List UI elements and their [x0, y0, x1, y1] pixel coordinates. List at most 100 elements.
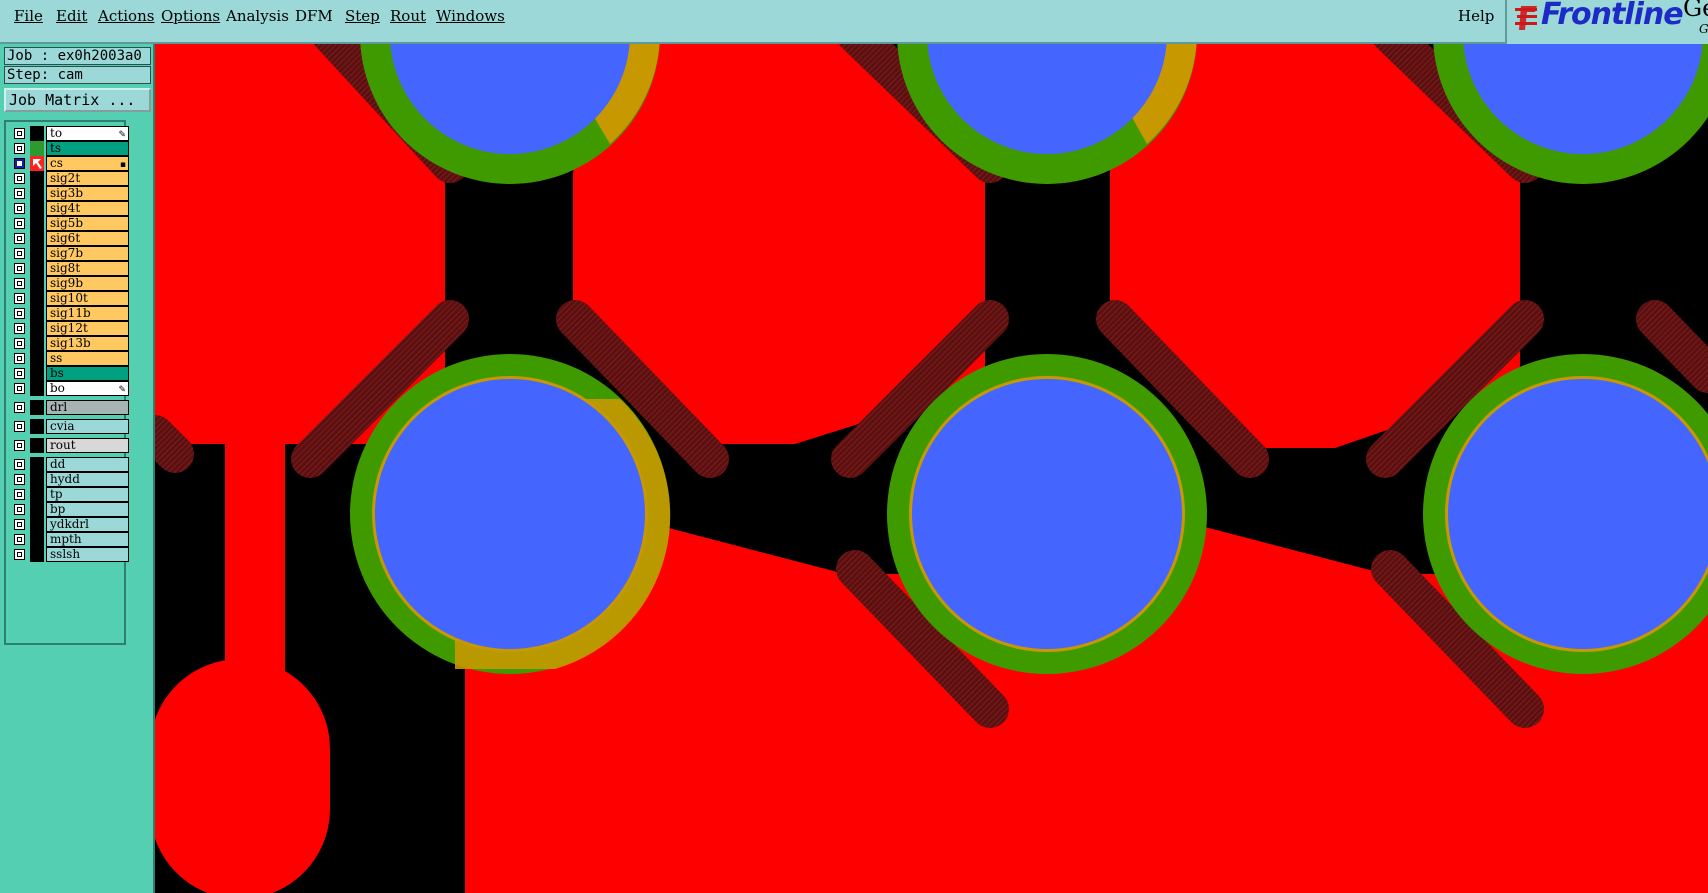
layer-name[interactable]: ss [46, 351, 129, 366]
layer-checkbox[interactable] [14, 368, 25, 379]
layer-row-sig2t[interactable]: sig2t [10, 171, 129, 186]
layer-row-mpth[interactable]: mpth [10, 532, 129, 547]
layer-row-sig8t[interactable]: sig8t [10, 261, 129, 276]
layer-row-bo[interactable]: bo ✎ [10, 381, 129, 396]
layer-row-cvia[interactable]: cvia [10, 419, 129, 434]
layer-name[interactable]: sig12t [46, 321, 129, 336]
layer-checkbox[interactable] [14, 248, 25, 259]
layer-checkbox[interactable] [14, 263, 25, 274]
layer-name[interactable]: sig8t [46, 261, 129, 276]
menu-edit[interactable]: Edit [56, 7, 87, 25]
pcb-view[interactable] [155, 44, 1708, 893]
layer-row-sig12t[interactable]: sig12t [10, 321, 129, 336]
menu-dfm[interactable]: DFM [295, 7, 333, 25]
layer-checkbox[interactable] [14, 440, 25, 451]
layer-row-rout[interactable]: rout [10, 438, 129, 453]
layer-checkbox[interactable] [14, 278, 25, 289]
layer-row-sig6t[interactable]: sig6t [10, 231, 129, 246]
layer-checkbox[interactable] [14, 383, 25, 394]
layer-name[interactable]: sslsh [46, 547, 129, 562]
layer-row-bp[interactable]: bp [10, 502, 129, 517]
layer-row-sig3b[interactable]: sig3b [10, 186, 129, 201]
layer-name[interactable]: sig13b [46, 336, 129, 351]
layer-row-sig11b[interactable]: sig11b [10, 306, 129, 321]
layer-checkbox[interactable] [14, 173, 25, 184]
layer-row-sig5b[interactable]: sig5b [10, 216, 129, 231]
layer-row-sig7b[interactable]: sig7b [10, 246, 129, 261]
layer-checkbox[interactable] [14, 203, 25, 214]
layer-checkbox[interactable] [14, 338, 25, 349]
layer-name[interactable]: cvia [46, 419, 129, 434]
layer-name[interactable]: drl [46, 400, 129, 415]
layer-name[interactable]: tp [46, 487, 129, 502]
layer-name[interactable]: bo ✎ [46, 381, 129, 396]
layer-name[interactable]: bs [46, 366, 129, 381]
layer-checkbox[interactable] [14, 143, 25, 154]
layer-name[interactable]: bp [46, 502, 129, 517]
menu-rout[interactable]: Rout [390, 7, 426, 25]
layer-name[interactable]: sig3b [46, 186, 129, 201]
layer-checkbox[interactable] [14, 308, 25, 319]
layer-name[interactable]: mpth [46, 532, 129, 547]
layer-row-to[interactable]: to ✎ [10, 126, 129, 141]
layer-row-hydd[interactable]: hydd [10, 472, 129, 487]
layer-name[interactable]: ts [46, 141, 129, 156]
layer-color-swatch [30, 381, 44, 396]
menu-step[interactable]: Step [345, 7, 380, 25]
layer-checkbox[interactable] [14, 474, 25, 485]
layer-row-bs[interactable]: bs [10, 366, 129, 381]
menu-options[interactable]: Options [161, 7, 220, 25]
menu-actions[interactable]: Actions [98, 7, 154, 25]
layer-checkbox[interactable] [14, 534, 25, 545]
layer-name[interactable]: sig7b [46, 246, 129, 261]
layer-name[interactable]: to ✎ [46, 126, 129, 141]
layer-row-drl[interactable]: drl [10, 400, 129, 415]
layer-name[interactable]: sig11b [46, 306, 129, 321]
layer-row-cs[interactable]: cs ▪ [10, 156, 129, 171]
layer-checkbox[interactable] [14, 421, 25, 432]
layer-name[interactable]: dd [46, 457, 129, 472]
layer-row-sig13b[interactable]: sig13b [10, 336, 129, 351]
layer-name[interactable]: sig4t [46, 201, 129, 216]
layer-checkbox[interactable] [14, 504, 25, 515]
layer-row-tp[interactable]: tp [10, 487, 129, 502]
layer-name[interactable]: sig10t [46, 291, 129, 306]
layer-row-sig10t[interactable]: sig10t [10, 291, 129, 306]
layer-checkbox[interactable] [14, 402, 25, 413]
layer-checkbox[interactable] [14, 293, 25, 304]
layer-checkbox[interactable] [14, 188, 25, 199]
layer-checkbox[interactable] [14, 353, 25, 364]
layer-checkbox[interactable] [14, 128, 25, 139]
graphic-canvas[interactable] [155, 44, 1708, 893]
layer-row-ydkdrl[interactable]: ydkdrl [10, 517, 129, 532]
layer-name[interactable]: sig9b [46, 276, 129, 291]
menu-help[interactable]: Help [1458, 7, 1494, 25]
menu-analysis[interactable]: Analysis [226, 7, 289, 25]
job-matrix-button[interactable]: Job Matrix ... [4, 88, 151, 112]
layer-checkbox[interactable] [14, 549, 25, 560]
layer-name[interactable]: cs ▪ [46, 156, 129, 171]
menu-file[interactable]: File [14, 7, 43, 25]
layer-row-ss[interactable]: ss [10, 351, 129, 366]
layer-checkbox[interactable] [14, 323, 25, 334]
layer-color-swatch [30, 366, 44, 381]
layer-name[interactable]: ydkdrl [46, 517, 129, 532]
layer-row-sig9b[interactable]: sig9b [10, 276, 129, 291]
layer-checkbox[interactable] [14, 158, 25, 169]
layer-checkbox[interactable] [14, 459, 25, 470]
layer-name[interactable]: sig5b [46, 216, 129, 231]
layer-name[interactable]: rout [46, 438, 129, 453]
layer-checkbox[interactable] [14, 233, 25, 244]
layer-row-sslsh[interactable]: sslsh [10, 547, 129, 562]
layer-name[interactable]: sig6t [46, 231, 129, 246]
menu-windows[interactable]: Windows [436, 7, 505, 25]
layer-row-sig4t[interactable]: sig4t [10, 201, 129, 216]
layer-name[interactable]: sig2t [46, 171, 129, 186]
layer-row-dd[interactable]: dd [10, 457, 129, 472]
layer-checkbox[interactable] [14, 519, 25, 530]
layer-name[interactable]: hydd [46, 472, 129, 487]
layer-row-ts[interactable]: ts [10, 141, 129, 156]
layer-checkbox[interactable] [14, 218, 25, 229]
layer-checkbox[interactable] [14, 489, 25, 500]
job-name: Job : ex0h2003a0 [4, 47, 151, 65]
